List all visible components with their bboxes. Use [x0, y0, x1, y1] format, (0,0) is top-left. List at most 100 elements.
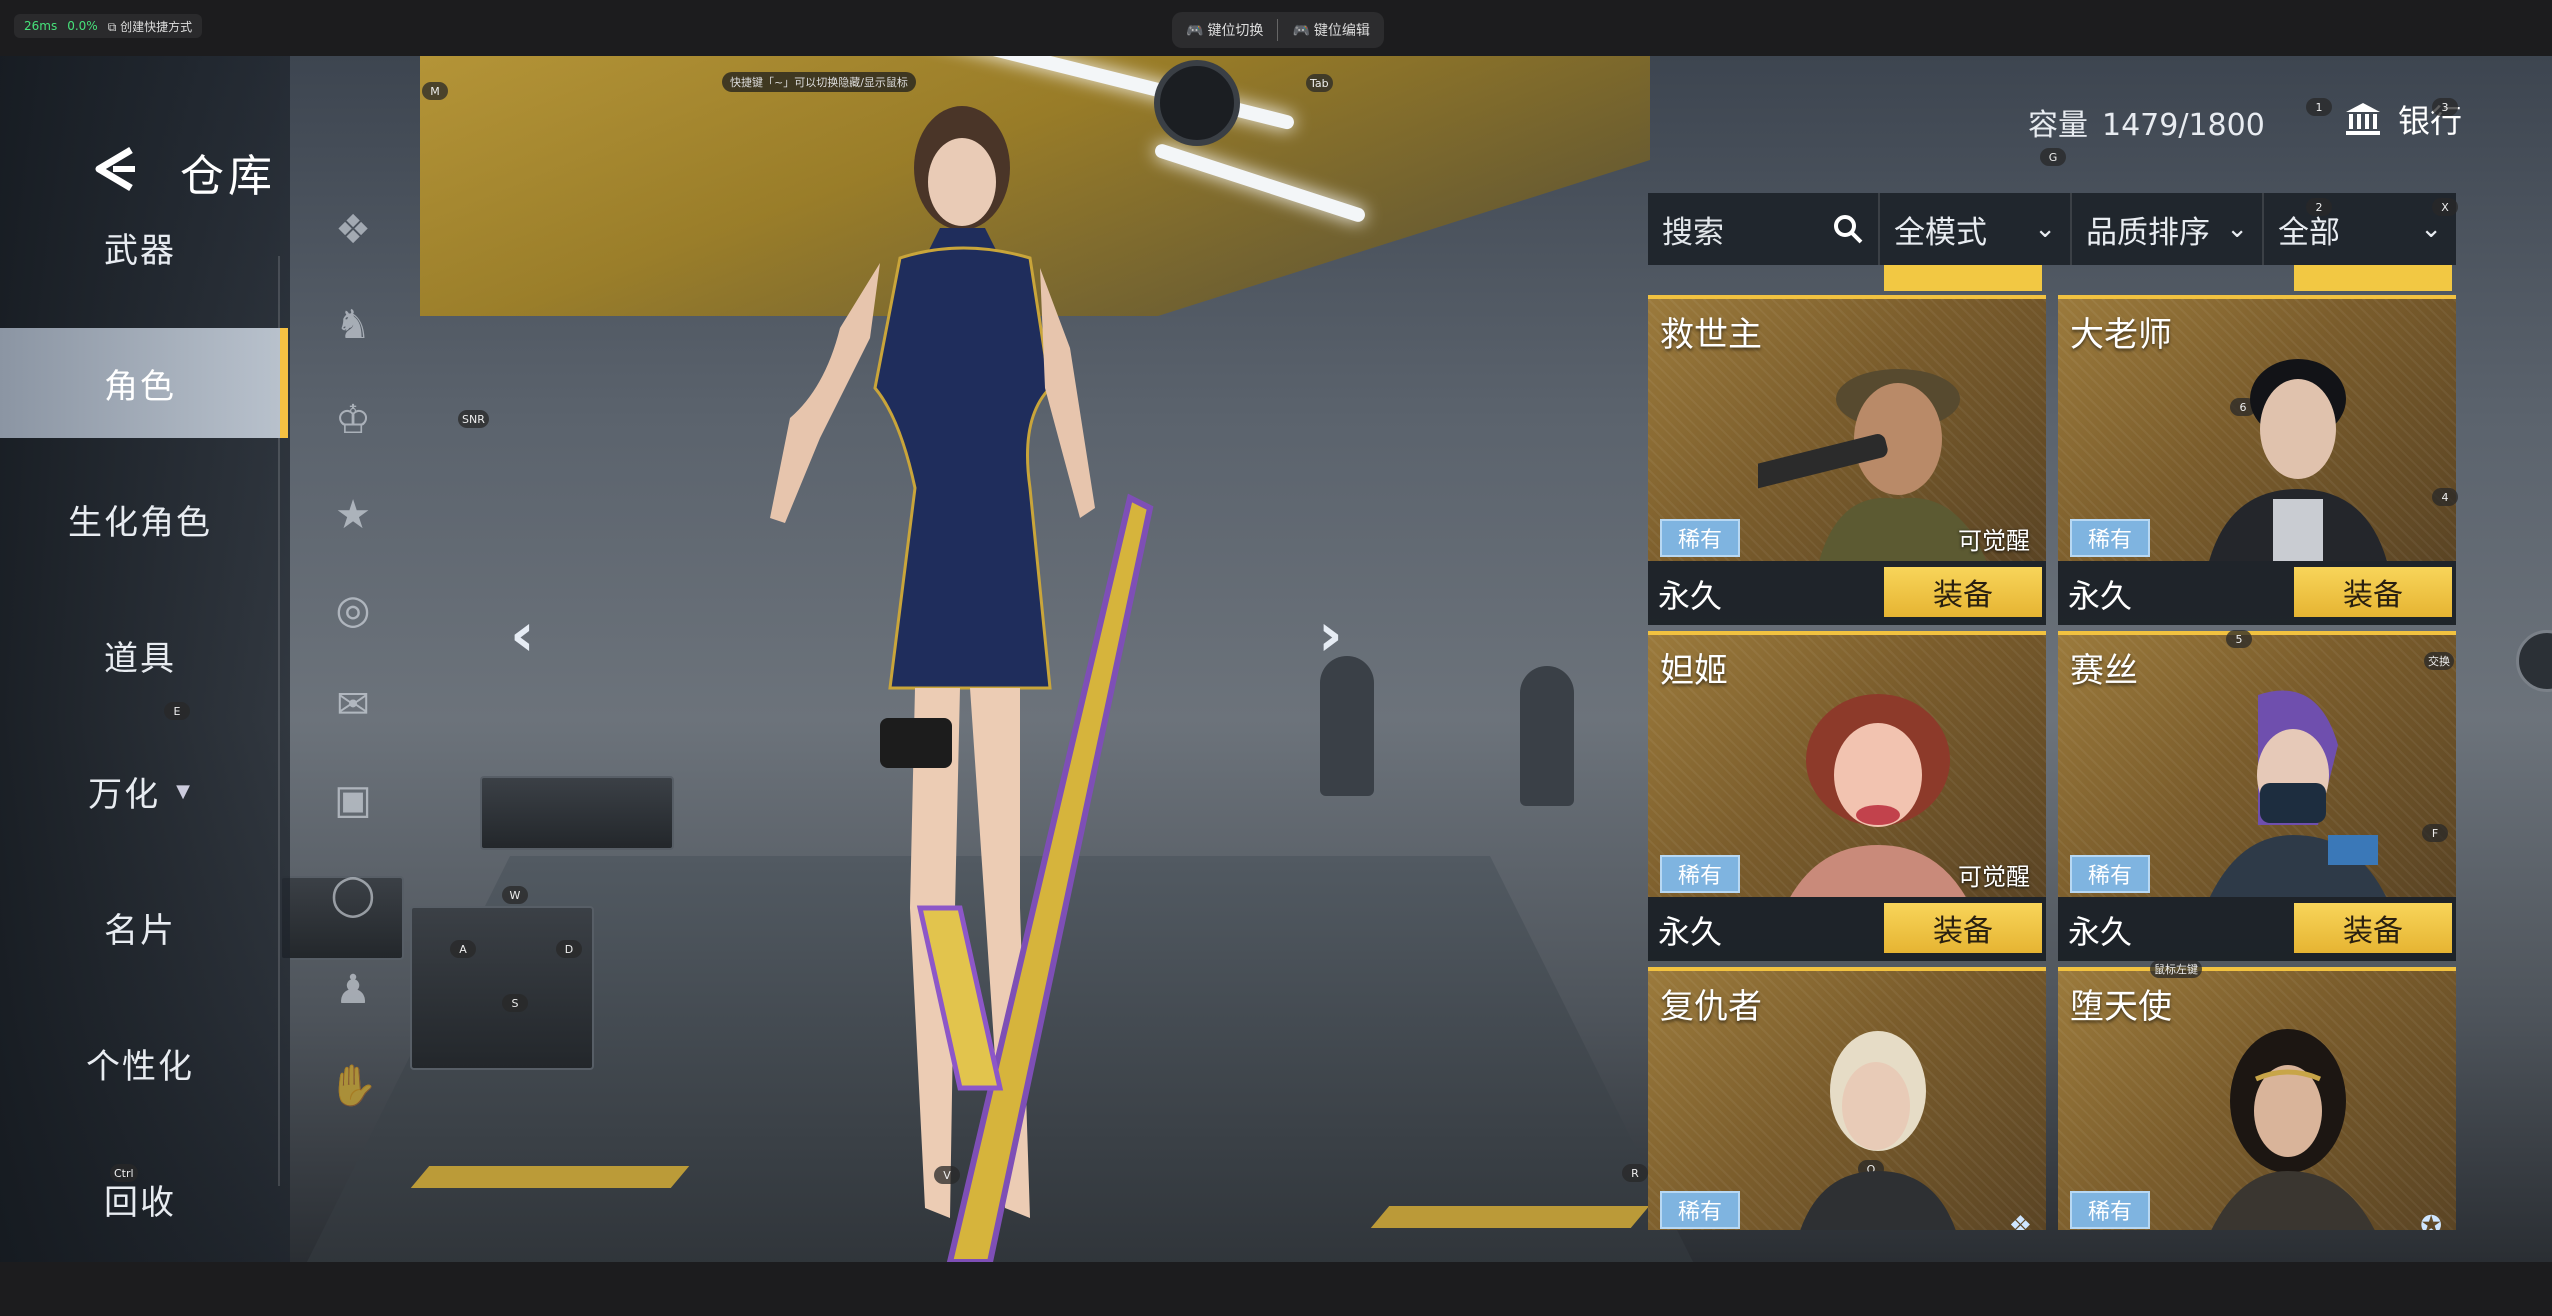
card-footer: 永久 装备: [2058, 561, 2456, 625]
character-card[interactable]: 赛丝 稀有 永久 装备: [2058, 631, 2456, 963]
sidebar-item-personalize[interactable]: 个性化: [0, 1008, 280, 1118]
key-hint: 5: [2226, 630, 2252, 648]
equip-button[interactable]: 装备: [1884, 567, 2042, 617]
loss-value: 0.0%: [67, 19, 98, 33]
subcategory-icons: ❖ ♞ ♔ ★ ◎ ✉ ▣ ◯ ♟ ✋: [308, 190, 398, 1150]
sort-dropdown[interactable]: 品质排序 ⌄: [2072, 193, 2264, 265]
key-hint: R: [1622, 1164, 1648, 1182]
key-hint: M: [422, 82, 448, 100]
photo-icon[interactable]: ▣: [308, 760, 398, 840]
gamepad-edit-icon: 🎮: [1292, 23, 1310, 39]
rarity-badge: 稀有: [2070, 1191, 2150, 1229]
duration-label: 永久: [2068, 913, 2133, 951]
key-mapping-toolbar: 🎮 键位切换 🎮 键位编辑: [1172, 12, 1384, 48]
headset-icon[interactable]: ◎: [308, 570, 398, 650]
prev-character-arrow[interactable]: ‹: [510, 600, 535, 670]
key-hint: Ctrl: [110, 1164, 138, 1182]
key-hint: 4: [2432, 488, 2458, 506]
emulator-toolbar: 26ms 0.0% ⧉ 创建快捷方式 🎮 键位切换 🎮 键位编辑: [0, 0, 2552, 56]
sidebar-item-wanhua[interactable]: 万化 ▼: [0, 736, 280, 846]
equip-button[interactable]: [2294, 265, 2452, 291]
next-character-arrow[interactable]: ›: [1318, 600, 1343, 670]
awaken-label: 可觉醒: [1958, 863, 2030, 891]
category-dropdown[interactable]: 全部 ⌄: [2264, 193, 2456, 265]
figure-icon[interactable]: ♟: [308, 950, 398, 1030]
sidebar-item-label: 个性化: [86, 1046, 194, 1087]
microphone-icon[interactable]: ✉: [308, 665, 398, 745]
equip-button[interactable]: 装备: [2294, 567, 2452, 617]
chevron-down-icon: ⌄: [2034, 214, 2056, 244]
rarity-badge: 稀有: [2070, 855, 2150, 893]
character-card[interactable]: 堕天使 稀有 ✪: [2058, 967, 2456, 1230]
key-hint: W: [502, 886, 528, 904]
character-card[interactable]: 复仇者 稀有 ❖: [1648, 967, 2046, 1230]
latency-value: 26ms: [24, 19, 58, 33]
mode-dropdown[interactable]: 全模式 ⌄: [1880, 193, 2072, 265]
sidebar-item-weapons[interactable]: 武器: [0, 192, 280, 302]
sidebar-item-characters[interactable]: 角色: [0, 328, 288, 438]
character-portrait: [2209, 359, 2387, 561]
spray-icon[interactable]: ◯: [308, 855, 398, 935]
equip-button[interactable]: 装备: [2294, 903, 2452, 953]
key-hint: X: [2432, 198, 2458, 216]
sidebar-item-label: 武器: [104, 230, 176, 271]
sort-value: 品质排序: [2086, 214, 2210, 251]
search-placeholder: 搜索: [1662, 214, 1724, 251]
floor-stripe: [410, 1166, 690, 1188]
card-footer: 永久 装备: [2058, 897, 2456, 961]
sidebar-item-props[interactable]: 道具: [0, 600, 280, 710]
equip-button[interactable]: 装备: [1884, 903, 2042, 953]
rabbit-icon[interactable]: ♞: [308, 285, 398, 365]
sidebar-item-recycle[interactable]: 回收: [0, 1144, 280, 1254]
toolbar-divider: [1277, 19, 1279, 41]
character-card[interactable]: 大老师 稀有 永久 装备: [2058, 295, 2456, 627]
emblem-icon[interactable]: ♔: [308, 380, 398, 460]
sidebar-item-label: 道具: [104, 638, 176, 679]
capacity-value: 1479/1800: [2102, 108, 2265, 143]
equip-button[interactable]: [1884, 265, 2042, 291]
card-name: 赛丝: [2070, 651, 2138, 691]
character-portrait: [2211, 1029, 2375, 1230]
shooting-target: [1520, 666, 1574, 806]
mask-icon[interactable]: ❖: [308, 190, 398, 270]
bank-icon: [2346, 103, 2380, 135]
key-edit-button[interactable]: 🎮 键位编辑: [1292, 20, 1369, 40]
filter-bar: 搜索 全模式 ⌄ 品质排序 ⌄ 全部 ⌄: [1648, 193, 2456, 265]
joystick-button[interactable]: [1154, 60, 1240, 146]
badge-icon[interactable]: ★: [308, 475, 398, 555]
crate: [410, 906, 594, 1070]
partial-row: [1648, 265, 2456, 293]
key-hint: 1: [2306, 98, 2332, 116]
caret-down-icon: ▼: [176, 780, 192, 802]
back-button[interactable]: [88, 144, 142, 194]
key-edit-label: 键位编辑: [1313, 23, 1370, 39]
create-shortcut-button[interactable]: ⧉ 创建快捷方式: [108, 18, 192, 35]
sidebar-item-cards[interactable]: 名片: [0, 872, 280, 982]
rarity-badge: 稀有: [1660, 519, 1740, 557]
character-card[interactable]: 妲姬 稀有 可觉醒 永久 装备: [1648, 631, 2046, 963]
key-switch-button[interactable]: 🎮 键位切换: [1186, 20, 1263, 40]
duration-label: 永久: [1658, 577, 1723, 615]
hand-icon[interactable]: ✋: [308, 1045, 398, 1125]
character-card[interactable]: 救世主 稀有 可觉醒 永久 装备: [1648, 295, 2046, 627]
mask-icon: ❖: [2008, 1211, 2032, 1230]
key-hint: A: [450, 940, 476, 958]
crate: [480, 776, 674, 850]
shooting-target: [1320, 656, 1374, 796]
chevron-down-icon: ⌄: [2420, 214, 2442, 244]
mouse-hint: 快捷键「~」可以切换隐藏/显示鼠标: [722, 72, 916, 92]
key-hint: S: [502, 994, 528, 1012]
sidebar-item-zombie-characters[interactable]: 生化角色: [0, 464, 280, 574]
key-hint: SNR: [458, 410, 489, 428]
character-portrait: [2209, 690, 2387, 897]
card-name: 复仇者: [1660, 987, 1762, 1027]
character-model: [770, 106, 1154, 1262]
emulator-bottom-bar: [0, 1262, 2552, 1316]
mode-value: 全模式: [1894, 214, 1987, 251]
character-portrait: [1800, 1031, 1956, 1230]
key-hint: E: [164, 702, 190, 720]
performance-indicator: 26ms 0.0% ⧉ 创建快捷方式: [14, 14, 203, 38]
sidebar: 仓库 武器 角色 生化角色 道具 万化 ▼ 名片 个性化 回收: [0, 56, 290, 1262]
key-hint: 2: [2306, 198, 2332, 216]
search-input[interactable]: 搜索: [1648, 193, 1880, 265]
